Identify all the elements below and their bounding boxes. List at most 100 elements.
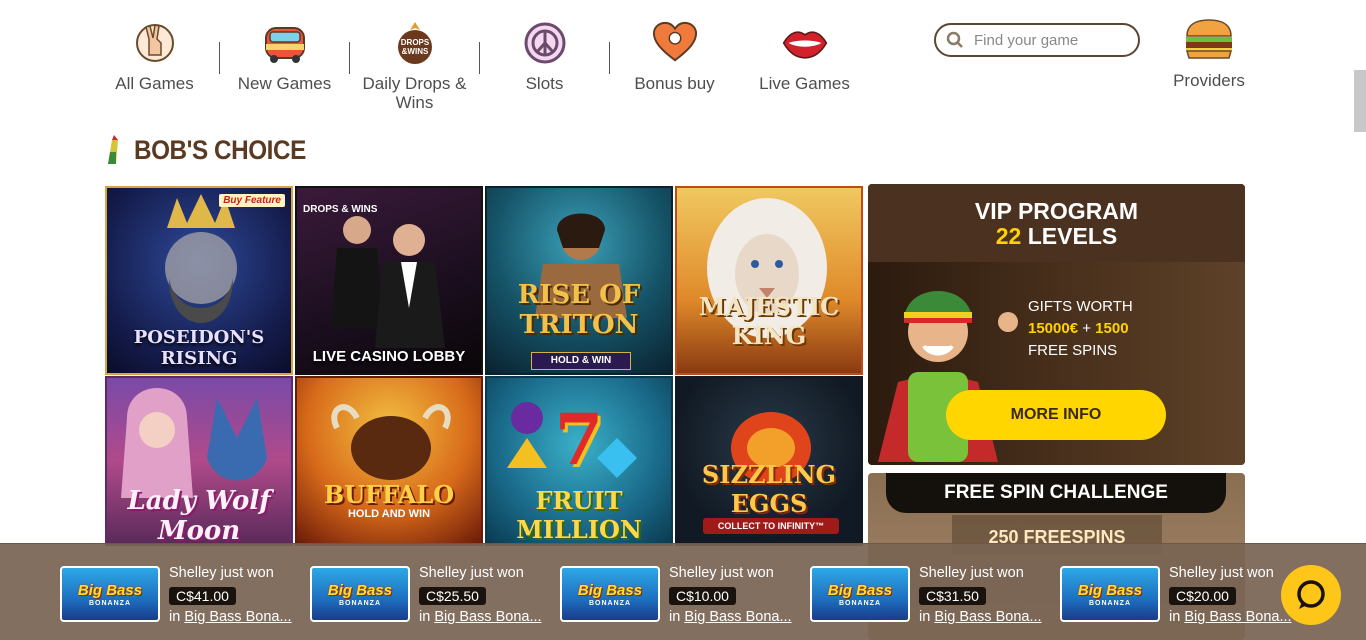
win-player: Shelley just won [169,565,274,581]
win-amount: C$25.50 [419,587,486,605]
game-title: POSEIDON'S RISING [133,327,265,369]
game-title: Lady Wolf Moon [127,486,271,546]
nav-all-games[interactable]: All Games [92,20,217,93]
win-item[interactable]: Big Bass BONANZA Shelley just won C$31.50… [810,564,1050,625]
win-player: Shelley just won [419,565,524,581]
win-game: in Big Bass Bona... [419,609,542,625]
nav-divider [219,42,220,74]
vip-program-card: VIP PROGRAM 22 LEVELS GIFTS WORTH 15000€… [868,184,1245,465]
vip-gifts-line1: GIFTS WORTH [1028,298,1133,315]
section-title: BOB'S CHOICE [134,134,306,165]
game-tile-rise-of-triton[interactable]: RISE OF TRITON HOLD & WIN [485,186,673,375]
win-amount: C$20.00 [1169,587,1236,605]
game-title: RISE OF TRITON [517,280,641,340]
vip-levels-number: 22 [995,223,1022,249]
buffalo-art [331,404,451,480]
nav-divider [349,42,350,74]
nav-divider [609,42,610,74]
thumb-subtitle: BONANZA [339,600,381,607]
game-tile-fruit-million[interactable]: 7 FRUIT MILLION [485,376,673,546]
win-game-link[interactable]: Big Bass Bona... [184,609,291,625]
thumb-subtitle: BONANZA [839,600,881,607]
game-tile-lady-wolf-moon[interactable]: Lady Wolf Moon [105,376,293,546]
win-game-thumbnail[interactable]: Big Bass BONANZA [1060,566,1160,622]
section-header: BOB'S CHOICE [104,134,325,166]
game-title: LIVE CASINO LOBBY [312,348,466,365]
nav-label: Bonus buy [634,74,715,93]
win-amount: C$10.00 [669,587,736,605]
svg-text:DROPS: DROPS [400,38,429,47]
game-subtitle: HOLD AND WIN [347,508,431,520]
nav-bonus-buy[interactable]: Bonus buy [612,20,737,93]
nav-live-games[interactable]: Live Games [742,20,867,93]
burger-icon [1186,19,1232,59]
thumb-title: Big Bass [827,582,893,599]
thumb-title: Big Bass [1077,582,1143,599]
live-chat-button[interactable] [1281,565,1341,625]
nav-daily-drops[interactable]: DROPS &WINS Daily Drops & Wins [352,20,477,112]
vip-levels-word: LEVELS [1027,223,1118,249]
win-game-link[interactable]: Big Bass Bona... [434,609,541,625]
drops-wins-badge: DROPS & WINS [303,204,378,215]
game-title: BUFFALO [323,480,455,509]
win-game-link[interactable]: Big Bass Bona... [934,609,1041,625]
win-item[interactable]: Big Bass BONANZA Shelley just won C$41.00… [60,564,300,625]
search-icon [946,31,963,48]
win-game-prefix: in [1169,609,1181,625]
win-game-thumbnail[interactable]: Big Bass BONANZA [60,566,160,622]
win-item[interactable]: Big Bass BONANZA Shelley just won C$20.00… [1060,564,1300,625]
nav-label: New Games [237,74,332,93]
vip-gifts-plus: + [1082,320,1091,337]
thumb-title: Big Bass [577,582,643,599]
win-game: in Big Bass Bona... [169,609,292,625]
vip-gifts-amount: 15000€ [1028,320,1079,337]
game-subtitle: COLLECT TO INFINITY™ [703,518,839,534]
vip-gifts-line2: 15000€ + 1500 [1028,318,1133,340]
win-game-prefix: in [669,609,681,625]
svg-text:&WINS: &WINS [401,47,428,56]
win-player: Shelley just won [1169,565,1274,581]
game-tile-majestic-king[interactable]: MAJESTIC KING [675,186,863,375]
win-item[interactable]: Big Bass BONANZA Shelley just won C$10.00… [560,564,800,625]
thumb-subtitle: BONANZA [1089,600,1131,607]
game-tile-live-casino-lobby[interactable]: DROPS & WINS LIVE CASINO LOBBY [295,186,483,375]
nav-new-games[interactable]: New Games [222,20,347,93]
page-scrollbar[interactable] [1354,70,1366,132]
recent-wins-ticker: Big Bass BONANZA Shelley just won C$41.00… [0,543,1366,640]
vip-title: VIP PROGRAM [974,198,1139,224]
win-game-thumbnail[interactable]: Big Bass BONANZA [810,566,910,622]
win-game: in Big Bass Bona... [919,609,1042,625]
game-tile-sizzling-eggs[interactable]: SIZZLING EGGS COLLECT TO INFINITY™ [675,376,863,546]
win-item[interactable]: Big Bass BONANZA Shelley just won C$25.50… [310,564,550,625]
win-player: Shelley just won [669,565,774,581]
win-game: in Big Bass Bona... [1169,609,1292,625]
drops-wins-icon: DROPS &WINS [392,20,438,66]
thumb-title: Big Bass [327,582,393,599]
top-nav: All Games New Games DROPS &WINS Daily Dro… [0,0,1366,125]
lips-icon [782,20,828,66]
game-tile-buffalo[interactable]: BUFFALO HOLD AND WIN [295,376,483,546]
vip-gifts-text: GIFTS WORTH 15000€ + 1500 FREE SPINS [1028,296,1133,362]
game-title: MAJESTIC KING [698,292,840,350]
search-input[interactable] [974,31,1124,49]
nav-label: Slots [525,74,564,93]
win-game-link[interactable]: Big Bass Bona... [1184,609,1291,625]
vip-header: VIP PROGRAM 22 LEVELS [868,184,1245,262]
win-game-link[interactable]: Big Bass Bona... [684,609,791,625]
more-info-button[interactable]: MORE INFO [946,390,1166,440]
win-game-prefix: in [919,609,931,625]
nav-label: Live Games [759,74,850,93]
seven-symbol: 7 [554,398,604,481]
win-game-thumbnail[interactable]: Big Bass BONANZA [560,566,660,622]
van-icon [262,20,308,66]
search-box[interactable] [934,23,1140,57]
thumb-title: Big Bass [77,582,143,599]
win-game-prefix: in [169,609,181,625]
win-amount: C$41.00 [169,587,236,605]
nav-providers[interactable]: Providers [1168,18,1250,91]
game-tile-poseidons-rising[interactable]: Buy Feature POSEIDON'S RISING [105,186,293,375]
dealers-art [331,216,445,348]
nav-slots[interactable]: Slots [482,20,607,93]
nav-label: Daily Drops & Wins [362,74,467,112]
win-game-thumbnail[interactable]: Big Bass BONANZA [310,566,410,622]
